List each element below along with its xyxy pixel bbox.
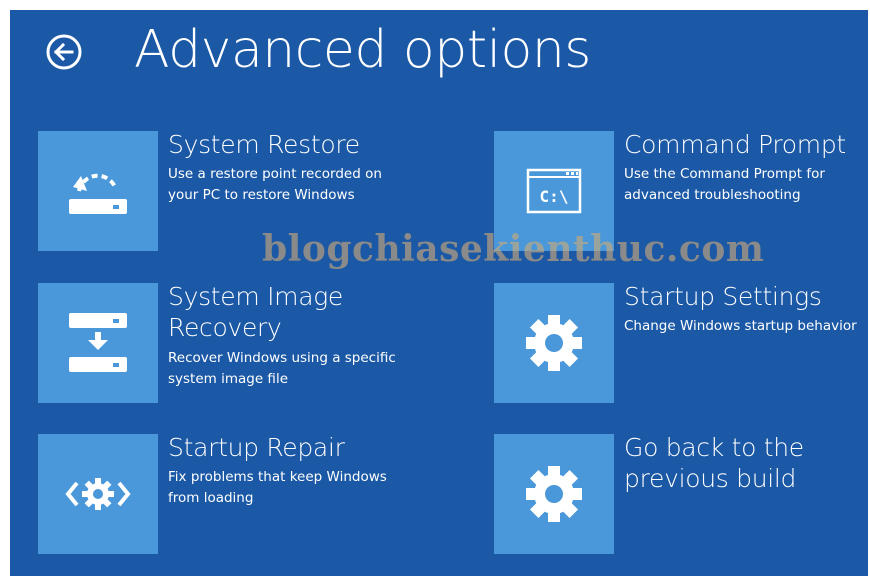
option-title: Command Prompt — [624, 130, 846, 159]
option-title: System Image Recovery — [168, 282, 344, 342]
option-command-prompt[interactable]: C:\ Command Prompt Use the Command Promp… — [494, 130, 846, 253]
option-tile — [38, 434, 158, 554]
option-title: Startup Repair — [168, 433, 345, 462]
command-prompt-icon-text: C:\ — [540, 187, 569, 206]
option-tile — [38, 283, 158, 403]
option-tile: C:\ — [494, 131, 614, 251]
image-recovery-icon — [69, 313, 127, 372]
option-description: Fix problems that keep Windows from load… — [168, 469, 387, 506]
gear-icon — [526, 466, 582, 522]
option-startup-repair[interactable]: Startup Repair Fix problems that keep Wi… — [38, 433, 387, 556]
option-system-image-recovery[interactable]: System Image Recovery Recover Windows us… — [38, 282, 396, 405]
option-tile — [494, 283, 614, 403]
back-button[interactable] — [42, 30, 86, 74]
option-description: Use the Command Prompt for advanced trou… — [624, 166, 825, 203]
option-description: Change Windows startup behavior — [624, 318, 857, 334]
gear-icon — [526, 315, 582, 371]
option-tile — [494, 434, 614, 554]
page-title: Advanced options — [134, 20, 591, 80]
advanced-options-screen: Advanced options System Restore Use a re… — [10, 10, 868, 576]
option-startup-settings[interactable]: Startup Settings Change Windows startup … — [494, 282, 857, 405]
option-tile — [38, 131, 158, 251]
restore-icon — [69, 173, 127, 214]
option-go-back-previous-build[interactable]: Go back to the previous build — [494, 433, 824, 556]
startup-repair-icon — [65, 478, 131, 510]
option-description: Use a restore point recorded on your PC … — [168, 166, 382, 203]
option-title: Startup Settings — [624, 282, 822, 311]
option-description: Recover Windows using a specific system … — [168, 350, 396, 387]
option-title: Go back to the previous build — [624, 433, 804, 493]
option-title: System Restore — [168, 130, 360, 159]
option-system-restore[interactable]: System Restore Use a restore point recor… — [38, 130, 382, 253]
command-prompt-icon: C:\ — [526, 168, 582, 214]
back-arrow-icon — [46, 34, 82, 70]
